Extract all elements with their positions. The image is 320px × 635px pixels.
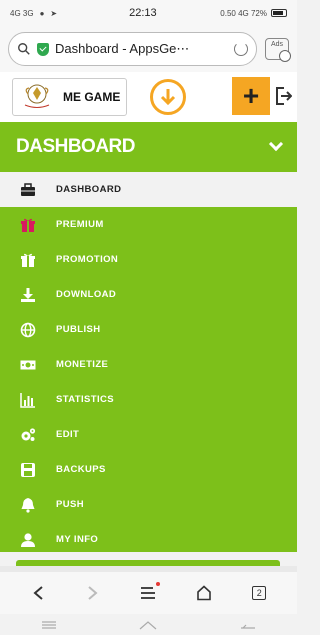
sidebar-item-label: PUSH [56,499,84,510]
sidebar-item-label: DASHBOARD [56,184,122,195]
sidebar-item-label: BACKUPS [56,464,106,475]
status-bar: 4G 3G ● ➤ 22:13 0.50 4G 72% [0,0,297,26]
bell-icon [20,497,36,513]
emblem-logo-icon [19,82,55,112]
search-icon [18,43,30,55]
recents-icon[interactable] [41,620,57,630]
clock: 22:13 [129,7,157,19]
download-icon [20,287,36,303]
add-button[interactable]: + [232,77,270,115]
sidebar-item-label: PROMOTION [56,254,119,265]
gift-icon [20,217,36,233]
sidebar-menu: DASHBOARD DASHBOARD PREMIUM PROMOTION DO… [0,122,297,552]
gears-icon [20,427,36,443]
ad-block-button[interactable]: Ads [265,38,291,62]
download-circle-button[interactable] [150,79,186,115]
plus-icon: + [242,80,260,111]
status-right-text: 0.50 4G 72% [220,8,267,18]
url-field[interactable]: Dashboard - AppsGe⋯ [8,32,257,66]
home-icon [197,585,211,601]
arrow-down-icon [160,89,176,106]
location-icon: ➤ [50,8,58,18]
sidebar-item-label: MONETIZE [56,359,109,370]
home-button[interactable] [190,579,218,607]
save-icon [20,462,36,478]
forward-button[interactable] [79,579,107,607]
tabs-button[interactable]: 2 [245,579,273,607]
sidebar-item-premium[interactable]: PREMIUM [0,207,297,242]
user-icon [20,532,36,548]
sidebar-item-backups[interactable]: BACKUPS [0,452,297,487]
url-text: Dashboard - AppsGe⋯ [55,41,190,56]
sidebar-item-label: MY INFO [56,534,99,545]
sidebar-item-download[interactable]: DOWNLOAD [0,277,297,312]
sidebar-item-label: DOWNLOAD [56,289,117,300]
record-icon: ● [39,8,45,18]
sidebar-item-push[interactable]: PUSH [0,487,297,522]
home-system-icon[interactable] [138,620,158,630]
browser-toolbar: 2 [0,566,297,614]
app-header: ME GAME + [0,72,297,122]
sidebar-item-label: PREMIUM [56,219,104,230]
chevron-right-icon [88,586,98,600]
brand-badge[interactable]: ME GAME [12,78,128,116]
status-right: 0.50 4G 72% [220,9,287,18]
back-system-icon[interactable] [240,620,256,630]
sidebar-item-publish[interactable]: PUBLISH [0,312,297,347]
menu-title: DASHBOARD [16,136,136,157]
reload-icon[interactable] [234,42,248,56]
bar-chart-icon [20,392,36,408]
sidebar-item-monetize[interactable]: MONETIZE [0,347,297,382]
secure-shield-icon [37,42,49,56]
signal-indicators: 4G 3G ● ➤ [10,9,57,18]
sidebar-item-dashboard[interactable]: DASHBOARD [0,172,297,207]
chevron-down-icon[interactable] [268,136,284,152]
signal-text: 4G 3G [10,8,34,18]
system-navigation-bar [0,614,297,635]
tab-count: 2 [252,586,267,600]
sidebar-item-promotion[interactable]: PROMOTION [0,242,297,277]
sidebar-item-label: PUBLISH [56,324,101,335]
ad-block-label: Ads [270,41,284,48]
sidebar-item-label: STATISTICS [56,394,115,405]
browser-menu-button[interactable] [134,579,162,607]
menu-icon [141,587,156,599]
browser-address-bar: Dashboard - AppsGe⋯ Ads [0,26,297,72]
menu-header[interactable]: DASHBOARD [0,122,297,172]
globe-icon [20,322,36,338]
gift-icon [20,252,36,268]
sidebar-item-label: EDIT [56,429,80,440]
sidebar-item-statistics[interactable]: STATISTICS [0,382,297,417]
brand-name: ME GAME [63,90,121,104]
phone-screen: 4G 3G ● ➤ 22:13 0.50 4G 72% Dashboard - … [0,0,297,635]
chevron-left-icon [33,586,43,600]
sidebar-item-edit[interactable]: EDIT [0,417,297,452]
logout-icon[interactable] [274,85,292,107]
briefcase-icon [20,182,36,198]
back-button[interactable] [24,579,52,607]
battery-icon [271,9,287,17]
sidebar-item-my-info[interactable]: MY INFO [0,522,297,557]
money-icon [20,357,36,373]
